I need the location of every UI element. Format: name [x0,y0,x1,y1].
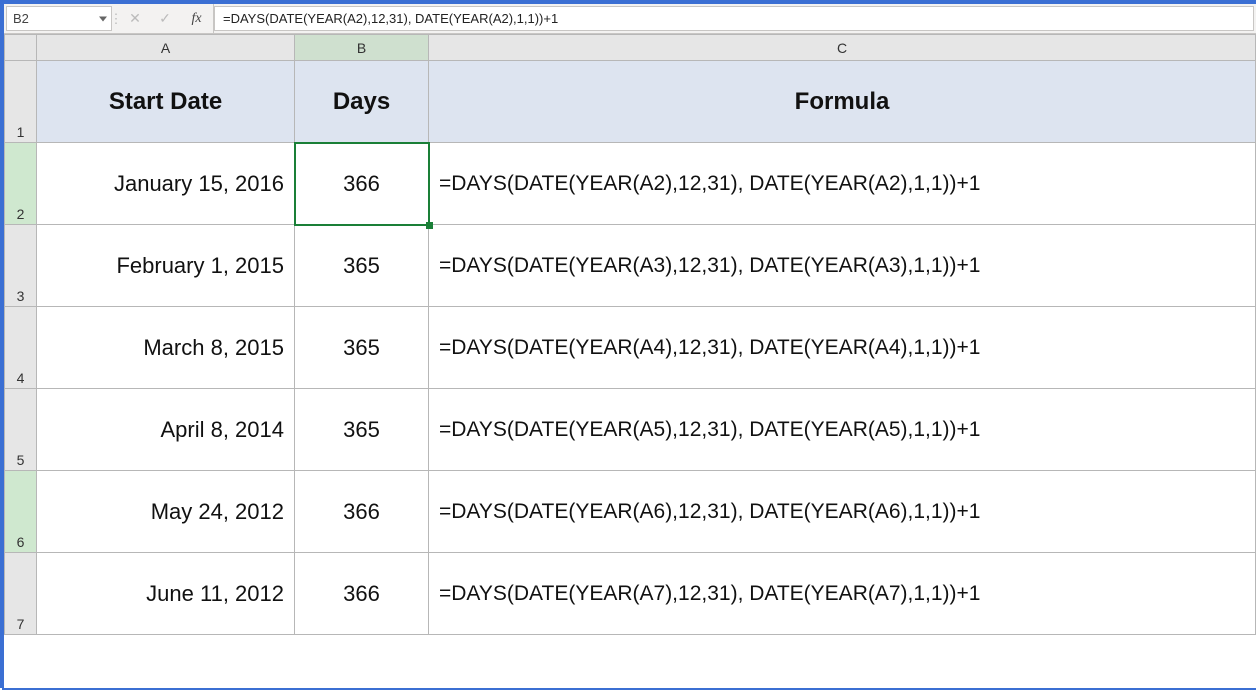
cell-C4[interactable]: =DAYS(DATE(YEAR(A4),12,31), DATE(YEAR(A4… [429,307,1256,389]
divider: ⋮ [112,4,120,33]
cancel-button[interactable]: ✕ [120,4,150,33]
table-row: 7 June 11, 2012 366 =DAYS(DATE(YEAR(A7),… [5,553,1256,635]
formula-bar: B2 ⋮ ✕ ✓ fx =DAYS(DATE(YEAR(A2),12,31), … [4,4,1256,34]
cell-C6[interactable]: =DAYS(DATE(YEAR(A6),12,31), DATE(YEAR(A6… [429,471,1256,553]
cell-C5[interactable]: =DAYS(DATE(YEAR(A5),12,31), DATE(YEAR(A5… [429,389,1256,471]
column-header-A[interactable]: A [37,35,295,61]
cell-A2[interactable]: January 15, 2016 [37,143,295,225]
row-header[interactable]: 2 [5,143,37,225]
table-row: 2 January 15, 2016 366 =DAYS(DATE(YEAR(A… [5,143,1256,225]
cell-B1[interactable]: Days [295,61,429,143]
select-all-corner[interactable] [5,35,37,61]
column-header-row: A B C [5,35,1256,61]
row-header[interactable]: 3 [5,225,37,307]
row-header[interactable]: 6 [5,471,37,553]
cell-B4[interactable]: 365 [295,307,429,389]
cell-B5[interactable]: 365 [295,389,429,471]
column-header-C[interactable]: C [429,35,1256,61]
spreadsheet: A B C 1 Start Date Days Formula 2 Januar… [4,34,1256,635]
grid: A B C 1 Start Date Days Formula 2 Januar… [4,34,1256,635]
formula-input[interactable]: =DAYS(DATE(YEAR(A2),12,31), DATE(YEAR(A2… [214,6,1254,31]
cell-C1[interactable]: Formula [429,61,1256,143]
cell-B6[interactable]: 366 [295,471,429,553]
table-row: 6 May 24, 2012 366 =DAYS(DATE(YEAR(A6),1… [5,471,1256,553]
cell-A1[interactable]: Start Date [37,61,295,143]
insert-function-button[interactable]: fx [180,4,214,33]
cell-C2[interactable]: =DAYS(DATE(YEAR(A2),12,31), DATE(YEAR(A2… [429,143,1256,225]
row-header[interactable]: 7 [5,553,37,635]
formula-text: =DAYS(DATE(YEAR(A2),12,31), DATE(YEAR(A2… [223,11,558,26]
cell-B7[interactable]: 366 [295,553,429,635]
cell-C3[interactable]: =DAYS(DATE(YEAR(A3),12,31), DATE(YEAR(A3… [429,225,1256,307]
cell-C7[interactable]: =DAYS(DATE(YEAR(A7),12,31), DATE(YEAR(A7… [429,553,1256,635]
cell-B3[interactable]: 365 [295,225,429,307]
table-row: 5 April 8, 2014 365 =DAYS(DATE(YEAR(A5),… [5,389,1256,471]
row-header[interactable]: 4 [5,307,37,389]
cell-A6[interactable]: May 24, 2012 [37,471,295,553]
check-icon: ✓ [159,10,171,27]
confirm-button[interactable]: ✓ [150,4,180,33]
fx-icon: fx [191,11,201,27]
column-header-B[interactable]: B [295,35,429,61]
row-header[interactable]: 1 [5,61,37,143]
chevron-down-icon[interactable] [99,16,107,21]
cell-A5[interactable]: April 8, 2014 [37,389,295,471]
name-box[interactable]: B2 [6,6,112,31]
table-row: 4 March 8, 2015 365 =DAYS(DATE(YEAR(A4),… [5,307,1256,389]
row-header[interactable]: 5 [5,389,37,471]
cell-A3[interactable]: February 1, 2015 [37,225,295,307]
table-row: 3 February 1, 2015 365 =DAYS(DATE(YEAR(A… [5,225,1256,307]
cell-A4[interactable]: March 8, 2015 [37,307,295,389]
table-header-row: 1 Start Date Days Formula [5,61,1256,143]
cell-B2[interactable]: 366 [295,143,429,225]
cell-A7[interactable]: June 11, 2012 [37,553,295,635]
close-icon: ✕ [129,10,141,27]
name-box-value: B2 [13,11,29,26]
